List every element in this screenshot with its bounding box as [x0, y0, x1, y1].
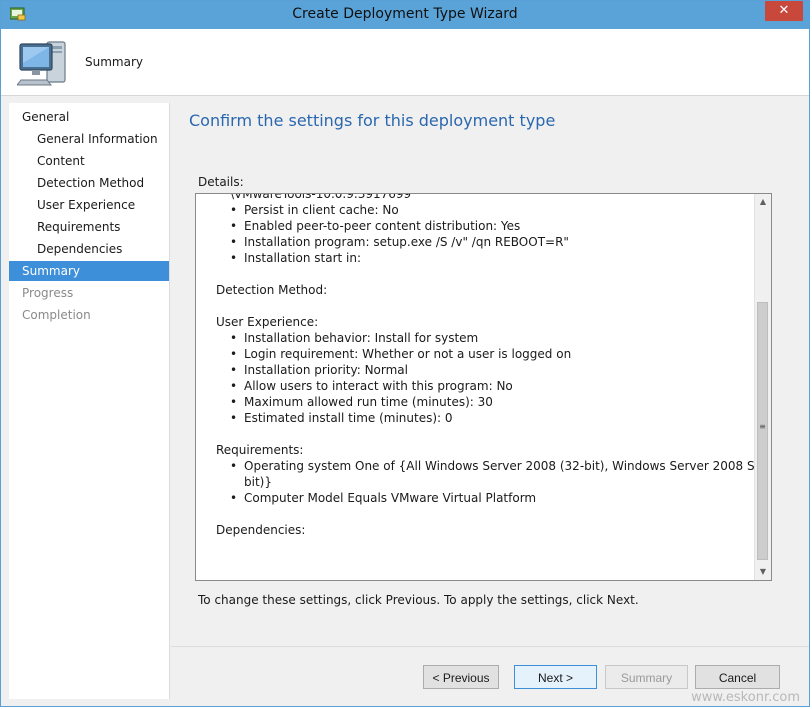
nav-item-dependencies[interactable]: Dependencies — [9, 239, 169, 259]
scroll-down-arrow-icon[interactable]: ▼ — [755, 564, 771, 580]
details-blank-line — [196, 266, 216, 282]
details-continuation-line: bit)} — [244, 475, 272, 489]
details-bullet-line: Installation start in: — [196, 250, 361, 266]
title-bar[interactable]: Create Deployment Type Wizard ✕ — [1, 1, 809, 29]
nav-item-user-experience[interactable]: User Experience — [9, 195, 169, 215]
nav-item-content[interactable]: Content — [9, 151, 169, 171]
nav-item-general-information[interactable]: General Information — [9, 129, 169, 149]
details-textbox[interactable]: \VMwareTools-10.0.9.3917699Persist in cl… — [195, 193, 772, 581]
details-scrollbar[interactable]: ▲ ≡ ▼ — [754, 194, 771, 580]
nav-item-general[interactable]: General — [9, 107, 169, 127]
close-button[interactable]: ✕ — [765, 1, 803, 21]
nav-item-completion: Completion — [22, 308, 91, 322]
details-blank-line — [196, 506, 216, 522]
summary-button: Summary — [605, 665, 688, 689]
scroll-grip-icon: ≡ — [759, 422, 766, 431]
nav-item-detection-method[interactable]: Detection Method — [9, 173, 169, 193]
banner-title: Summary — [85, 55, 143, 69]
details-bullet-line: Estimated install time (minutes): 0 — [196, 410, 453, 426]
main-panel: Confirm the settings for this deployment… — [171, 97, 809, 645]
details-bullet-line: Maximum allowed run time (minutes): 30 — [196, 394, 493, 410]
instructions-text: To change these settings, click Previous… — [198, 593, 639, 607]
wizard-window: Create Deployment Type Wizard ✕ Summary … — [0, 0, 810, 707]
details-bullet-line: Operating system One of {All Windows Ser… — [196, 458, 771, 474]
watermark-text: www.eskonr.com — [691, 690, 800, 705]
scroll-thumb[interactable]: ≡ — [757, 302, 768, 560]
nav-item-requirements[interactable]: Requirements — [9, 217, 169, 237]
details-label: Details: — [198, 175, 244, 189]
details-bullet-line: Persist in client cache: No — [196, 202, 399, 218]
next-button[interactable]: Next > — [514, 665, 597, 689]
details-bullet-line: Installation program: setup.exe /S /v" /… — [196, 234, 569, 250]
details-bullet-line: Login requirement: Whether or not a user… — [196, 346, 571, 362]
details-section-heading: Requirements: — [216, 443, 304, 457]
wizard-step-nav: General General Information Content Dete… — [9, 103, 170, 699]
details-blank-line — [196, 298, 216, 314]
computer-monitor-icon — [17, 41, 66, 86]
details-bullet-line: Computer Model Equals VMware Virtual Pla… — [196, 490, 536, 506]
details-bullet-line: Allow users to interact with this progra… — [196, 378, 513, 394]
previous-button[interactable]: < Previous — [423, 665, 499, 689]
scroll-up-arrow-icon[interactable]: ▲ — [755, 194, 771, 210]
window-title: Create Deployment Type Wizard — [292, 6, 518, 22]
details-section-heading: User Experience: — [216, 315, 319, 329]
details-blank-line — [196, 426, 216, 442]
cancel-button[interactable]: Cancel — [695, 665, 780, 689]
wizard-banner: Summary — [1, 29, 809, 96]
details-section-heading: Dependencies: — [216, 523, 306, 537]
nav-item-progress: Progress — [22, 286, 74, 300]
details-bullet-line: Installation behavior: Install for syste… — [196, 330, 478, 346]
nav-item-summary[interactable]: Summary — [9, 261, 169, 281]
page-heading: Confirm the settings for this deployment… — [189, 111, 556, 130]
details-bullet-line: Enabled peer-to-peer content distributio… — [196, 218, 520, 234]
details-bullet-line: Installation priority: Normal — [196, 362, 408, 378]
details-section-heading: Detection Method: — [216, 283, 328, 297]
details-path-line: \VMwareTools-10.0.9.3917699 — [230, 193, 412, 201]
